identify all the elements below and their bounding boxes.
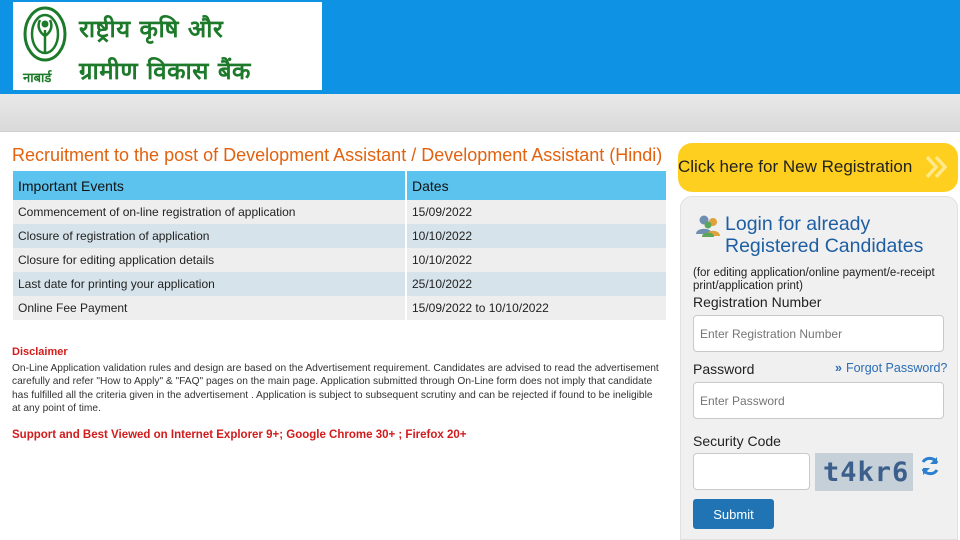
- important-events-table: Important Events Dates Commencement of o…: [13, 171, 668, 320]
- login-panel: Login for already Registered Candidates …: [680, 196, 958, 540]
- event-date: 15/09/2022 to 10/10/2022: [406, 296, 668, 320]
- forgot-password-label: Forgot Password?: [845, 361, 948, 375]
- page-title: Recruitment to the post of Development A…: [12, 145, 663, 165]
- captcha-text: t4kr6: [823, 457, 910, 488]
- password-input[interactable]: [693, 382, 944, 419]
- table-row: Online Fee Payment 15/09/2022 to 10/10/2…: [13, 296, 668, 320]
- logo-abbrev: नाबार्ड: [23, 71, 52, 86]
- security-code-input[interactable]: [693, 453, 810, 490]
- table-header-dates: Dates: [406, 171, 668, 200]
- chevron-right-icon: »: [835, 361, 842, 375]
- login-title-line2: Registered Candidates: [725, 235, 924, 257]
- event-date: 25/10/2022: [406, 272, 668, 296]
- disclaimer-title: Disclaimer: [12, 346, 68, 358]
- login-title: Login for already Registered Candidates: [725, 213, 923, 257]
- event-date: 10/10/2022: [406, 224, 668, 248]
- security-code-label: Security Code: [693, 433, 781, 449]
- event-name: Closure for editing application details: [13, 248, 407, 272]
- users-icon: [696, 215, 720, 237]
- event-name: Closure of registration of application: [13, 224, 407, 248]
- nav-bar: [0, 94, 960, 132]
- captcha-image: t4kr6: [815, 453, 913, 491]
- refresh-icon[interactable]: [919, 455, 941, 477]
- password-label: Password: [693, 361, 755, 377]
- new-registration-label: Click here for New Registration: [678, 157, 913, 176]
- logo-text-line1: राष्ट्रीय कृषि और: [79, 15, 224, 43]
- double-chevron-icon: [925, 155, 948, 179]
- registration-number-input[interactable]: [693, 315, 944, 352]
- site-header: नाबार्ड राष्ट्रीय कृषि और ग्रामीण विकास …: [0, 0, 960, 94]
- login-title-line1: Login for already: [725, 213, 871, 235]
- event-date: 15/09/2022: [406, 200, 668, 224]
- disclaimer-text: On-Line Application validation rules and…: [12, 363, 659, 415]
- registration-number-label: Registration Number: [693, 294, 822, 310]
- forgot-password-link[interactable]: » Forgot Password?: [835, 361, 947, 375]
- new-registration-button[interactable]: Click here for New Registration: [678, 143, 958, 192]
- nabard-logo-icon: [23, 6, 67, 62]
- table-header-events: Important Events: [13, 171, 407, 200]
- event-name: Online Fee Payment: [13, 296, 407, 320]
- table-row: Last date for printing your application …: [13, 272, 668, 296]
- login-note: (for editing application/online payment/…: [693, 267, 935, 292]
- table-row: Commencement of on-line registration of …: [13, 200, 668, 224]
- submit-button[interactable]: Submit: [693, 499, 774, 529]
- nabard-logo[interactable]: नाबार्ड राष्ट्रीय कृषि और ग्रामीण विकास …: [13, 2, 322, 90]
- browser-support-note: Support and Best Viewed on Internet Expl…: [12, 429, 467, 441]
- logo-text-line2: ग्रामीण विकास बैंक: [79, 57, 251, 85]
- event-name: Last date for printing your application: [13, 272, 407, 296]
- event-name: Commencement of on-line registration of …: [13, 200, 407, 224]
- table-row: Closure for editing application details …: [13, 248, 668, 272]
- event-date: 10/10/2022: [406, 248, 668, 272]
- table-header-row: Important Events Dates: [13, 171, 668, 200]
- table-row: Closure of registration of application 1…: [13, 224, 668, 248]
